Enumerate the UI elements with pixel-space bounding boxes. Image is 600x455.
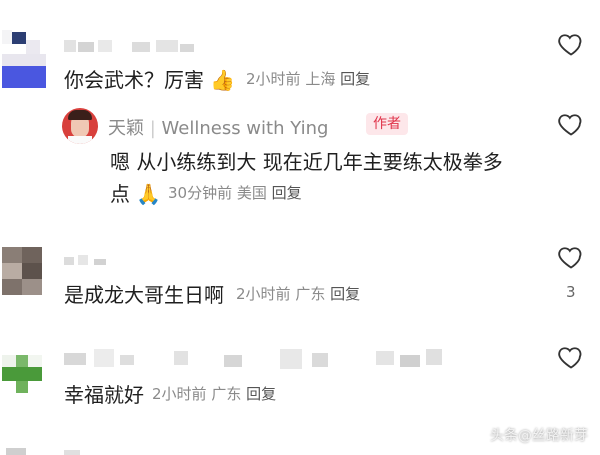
reply-text-line1: 嗯 从小练练到大 现在近几年主要练太极拳多 xyxy=(110,150,503,174)
username-blurred[interactable] xyxy=(64,40,194,54)
reply-button[interactable]: 回复 xyxy=(330,285,360,303)
comment-time: 2小时前 xyxy=(152,385,207,403)
heart-outline-icon[interactable] xyxy=(556,30,586,58)
avatar[interactable] xyxy=(2,355,42,395)
author-name[interactable]: 天颖 xyxy=(108,118,144,139)
name-divider: | xyxy=(149,118,162,139)
comment-meta: 2小时前 上海 回复 xyxy=(246,68,370,89)
heart-outline-icon[interactable] xyxy=(556,343,586,371)
comment-4: 幸福就好 2小时前 广东 回复 xyxy=(0,335,600,415)
comment-meta: 2小时前 广东 回复 xyxy=(236,283,360,304)
author-avatar[interactable] xyxy=(62,108,98,144)
username-blurred[interactable] xyxy=(64,349,444,371)
thumbs-up-emoji: 👍 xyxy=(210,68,236,92)
author-channel[interactable]: Wellness with Ying xyxy=(162,118,329,139)
comment-location: 上海 xyxy=(305,70,336,88)
comment-location: 广东 xyxy=(211,385,242,403)
heart-outline-icon[interactable] xyxy=(556,110,586,138)
avatar[interactable] xyxy=(2,30,46,90)
like-count: 3 xyxy=(566,283,576,301)
author-name-row: 天颖 | Wellness with Ying xyxy=(108,114,328,140)
avatar[interactable] xyxy=(2,247,42,295)
comment-text: 你会武术？厉害 👍 xyxy=(64,68,236,92)
heart-outline-icon[interactable] xyxy=(556,243,586,271)
reply-location: 美国 xyxy=(236,184,267,202)
reply-button[interactable]: 回复 xyxy=(246,385,276,403)
comment-text: 幸福就好 xyxy=(64,383,144,407)
reply-text-line2: 点 🙏 xyxy=(110,182,162,206)
reply-time: 30分钟前 xyxy=(168,184,233,202)
username-blurred[interactable] xyxy=(64,255,114,267)
comment-text: 是成龙大哥生日啊 xyxy=(64,283,224,307)
folded-hands-emoji: 🙏 xyxy=(136,182,162,206)
watermark: 头条@丝路新芽 xyxy=(490,428,588,444)
reply-meta: 30分钟前 美国 回复 xyxy=(168,182,302,203)
comment-3: 是成龙大哥生日啊 2小时前 广东 回复 3 xyxy=(0,235,600,315)
author-badge: 作者 xyxy=(366,113,408,135)
comment-time: 2小时前 xyxy=(236,285,291,303)
comment-1: 你会武术？厉害 👍 2小时前 上海 回复 xyxy=(0,20,600,100)
comment-time: 2小时前 xyxy=(246,70,301,88)
reply-button[interactable]: 回复 xyxy=(340,70,370,88)
comment-location: 广东 xyxy=(295,285,326,303)
comment-meta: 2小时前 广东 回复 xyxy=(152,383,276,404)
reply-button[interactable]: 回复 xyxy=(272,184,302,202)
comment-2-author-reply: 天颖 | Wellness with Ying 作者 嗯 从小练练到大 现在近几… xyxy=(0,100,600,210)
